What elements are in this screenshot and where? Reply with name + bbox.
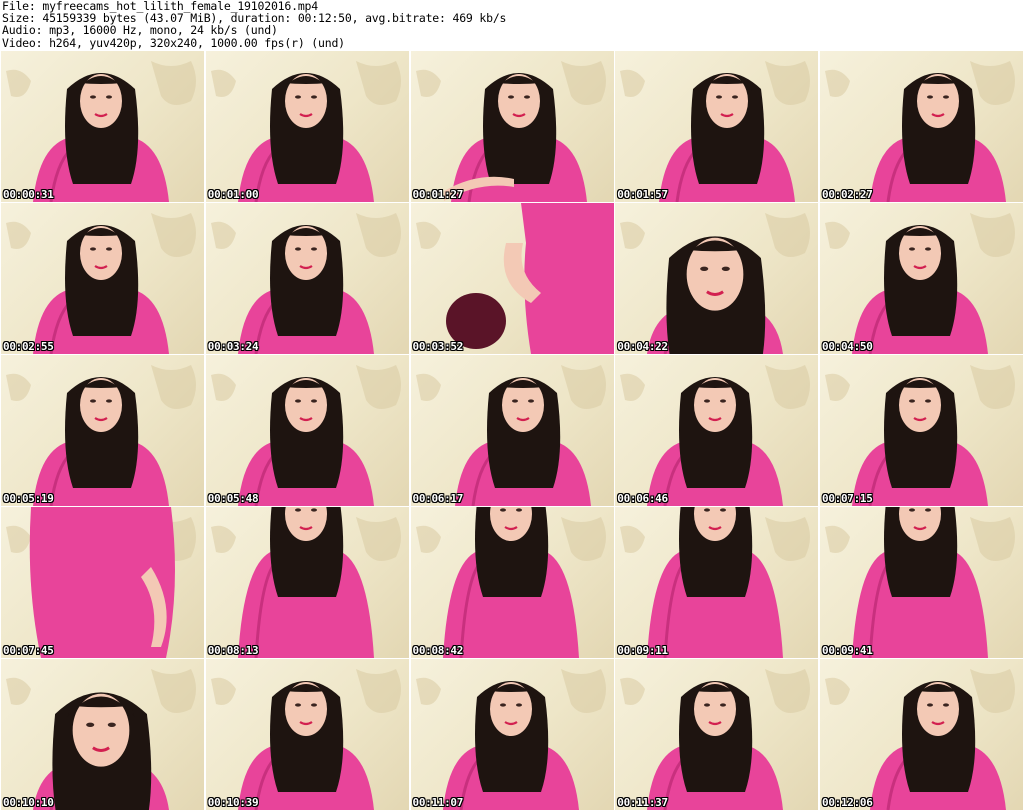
video-thumbnail: 00:10:39 — [205, 659, 409, 810]
video-thumbnail: 00:08:42 — [410, 507, 614, 658]
thumbnail-image — [210, 365, 401, 506]
thumbnail-image — [210, 213, 401, 354]
video-thumbnail: 00:06:17 — [410, 355, 614, 506]
thumbnail-image — [415, 61, 606, 202]
thumbnail-image — [825, 213, 1015, 354]
thumbnail-grid: 00:00:31 00:01:00 00:01:27 00:01:57 00:02:27… — [1, 51, 1023, 810]
thumbnail-timestamp: 00:03:24 — [207, 340, 259, 353]
thumbnail-timestamp: 00:08:42 — [412, 644, 464, 657]
file-info-header: File: myfreecams_hot_lilith_female_19102… — [2, 0, 1022, 50]
thumbnail-timestamp: 00:02:55 — [3, 340, 54, 353]
video-thumbnail: 00:07:45 — [1, 507, 204, 658]
thumbnail-timestamp: 00:07:15 — [822, 492, 873, 505]
thumbnail-image — [6, 365, 196, 506]
video-thumbnail: 00:12:06 — [820, 659, 1023, 810]
thumbnail-timestamp: 00:09:11 — [617, 644, 668, 657]
video-thumbnail: 00:09:41 — [820, 507, 1023, 658]
thumbnail-image — [6, 61, 196, 202]
thumbnail-timestamp: 00:10:39 — [207, 796, 259, 809]
thumbnail-timestamp: 00:04:50 — [822, 340, 873, 353]
video-thumbnail: 00:01:27 — [410, 51, 614, 202]
thumbnail-timestamp: 00:03:52 — [412, 340, 464, 353]
thumbnail-timestamp: 00:06:17 — [412, 492, 464, 505]
thumbnail-timestamp: 00:04:22 — [617, 340, 668, 353]
video-thumbnail: 00:03:24 — [205, 203, 409, 354]
video-thumbnail: 00:07:15 — [820, 355, 1023, 506]
thumbnail-image — [210, 61, 401, 202]
video-thumbnail: 00:01:57 — [615, 51, 819, 202]
thumbnail-timestamp: 00:00:31 — [3, 188, 54, 201]
video-thumbnail: 00:02:55 — [1, 203, 204, 354]
video-thumbnail: 00:04:50 — [820, 203, 1023, 354]
thumbnail-image — [415, 507, 606, 658]
video-thumbnail: 00:11:07 — [410, 659, 614, 810]
thumbnail-image — [415, 669, 606, 810]
thumbnail-image — [620, 365, 811, 506]
thumbnail-timestamp: 00:06:46 — [617, 492, 668, 505]
thumbnail-image — [620, 213, 811, 354]
thumbnail-image — [210, 669, 401, 810]
thumbnail-timestamp: 00:10:10 — [3, 796, 54, 809]
video-thumbnail: 00:08:13 — [205, 507, 409, 658]
thumbnail-timestamp: 00:08:13 — [207, 644, 259, 657]
thumbnail-image — [620, 669, 811, 810]
video-thumbnail: 00:00:31 — [1, 51, 204, 202]
video-thumbnail: 00:01:00 — [205, 51, 409, 202]
video-thumbnail: 00:11:37 — [615, 659, 819, 810]
audio-info-line: Audio: mp3, 16000 Hz, mono, 24 kb/s (und… — [2, 23, 278, 38]
video-thumbnail: 00:10:10 — [1, 659, 204, 810]
thumbnail-image — [6, 507, 196, 658]
thumbnail-timestamp: 00:01:57 — [617, 188, 668, 201]
thumbnail-timestamp: 00:11:37 — [617, 796, 668, 809]
video-thumbnail: 00:04:22 — [615, 203, 819, 354]
thumbnail-image — [210, 507, 401, 658]
thumbnail-image — [825, 61, 1015, 202]
thumbnail-timestamp: 00:11:07 — [412, 796, 464, 809]
thumbnail-image — [6, 213, 196, 354]
thumbnail-image — [825, 365, 1015, 506]
thumbnail-timestamp: 00:01:00 — [207, 188, 259, 201]
thumbnail-timestamp: 00:09:41 — [822, 644, 873, 657]
thumbnail-image — [6, 669, 196, 810]
video-thumbnail: 00:05:48 — [205, 355, 409, 506]
video-thumbnail: 00:09:11 — [615, 507, 819, 658]
video-thumbnail: 00:02:27 — [820, 51, 1023, 202]
thumbnail-image — [825, 669, 1015, 810]
thumbnail-image — [620, 61, 811, 202]
video-thumbnail: 00:03:52 — [410, 203, 614, 354]
video-thumbnail: 00:06:46 — [615, 355, 819, 506]
thumbnail-timestamp: 00:01:27 — [412, 188, 464, 201]
video-thumbnail: 00:05:19 — [1, 355, 204, 506]
thumbnail-timestamp: 00:07:45 — [3, 644, 54, 657]
thumbnail-image — [415, 365, 606, 506]
thumbnail-image — [415, 203, 614, 354]
thumbnail-timestamp: 00:02:27 — [822, 188, 873, 201]
thumbnail-timestamp: 00:12:06 — [822, 796, 873, 809]
thumbnail-image — [825, 507, 1015, 658]
thumbnail-timestamp: 00:05:19 — [3, 492, 54, 505]
thumbnail-image — [620, 507, 811, 658]
thumbnail-timestamp: 00:05:48 — [207, 492, 259, 505]
video-info-line: Video: h264, yuv420p, 320x240, 1000.00 f… — [2, 35, 345, 50]
